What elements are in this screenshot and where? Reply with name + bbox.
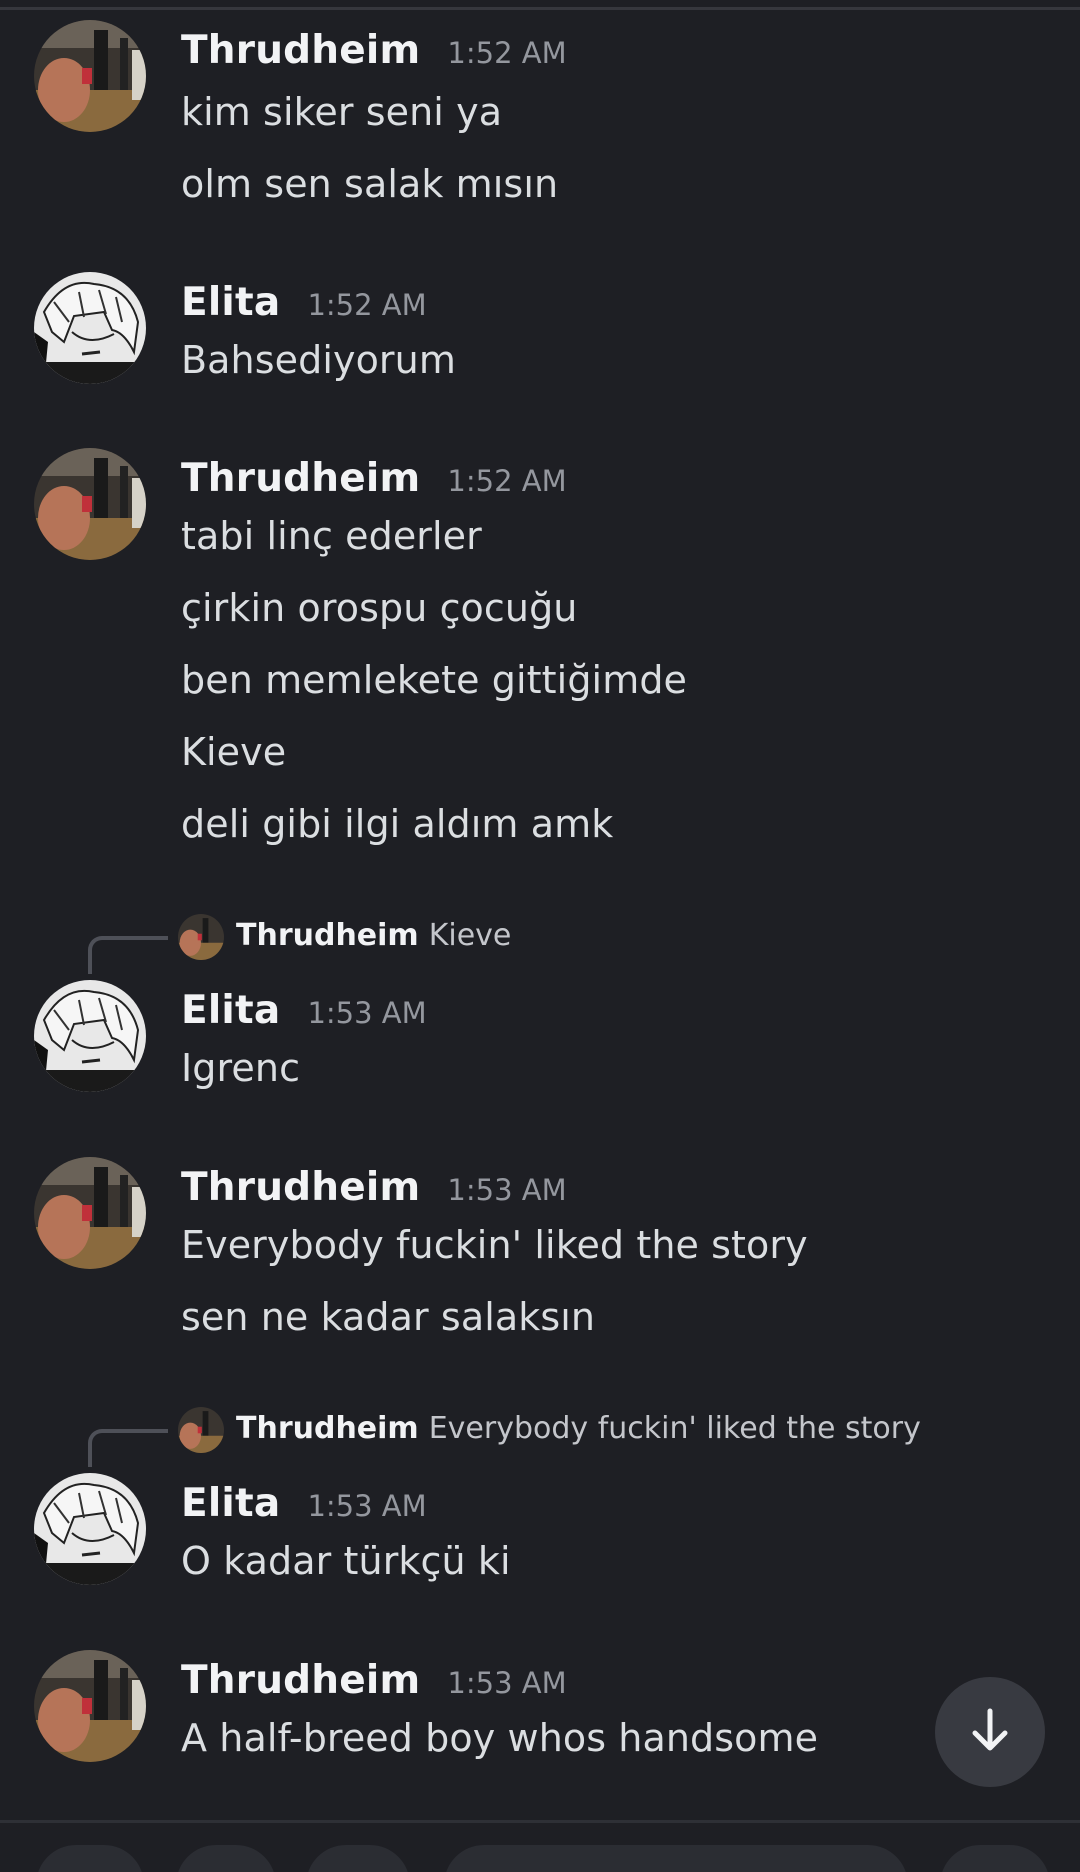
chat-screen: Thrudheim 1:52 AM kim siker seni ya olm … xyxy=(0,0,1080,1872)
reply-preview[interactable]: Thrudheim Everybody fuckin' liked the sto… xyxy=(0,1403,1080,1467)
timestamp: 1:52 AM xyxy=(307,288,427,322)
manga-portrait-avatar[interactable] xyxy=(34,1473,146,1585)
message-text[interactable]: Igrenc xyxy=(181,1046,300,1090)
gym-photo-avatar[interactable] xyxy=(34,1650,146,1762)
message-text[interactable]: tabi linç ederler xyxy=(181,514,482,558)
reply-snippet[interactable]: Everybody fuckin' liked the story xyxy=(429,1411,921,1446)
username[interactable]: Thrudheim xyxy=(181,1658,420,1703)
reply-avatar xyxy=(178,914,224,960)
timestamp: 1:52 AM xyxy=(447,464,567,498)
top-divider xyxy=(0,7,1080,10)
reply-snippet[interactable]: Kieve xyxy=(429,918,512,953)
gift-button[interactable] xyxy=(306,1845,410,1872)
message-text[interactable]: O kadar türkçü ki xyxy=(181,1539,511,1583)
gym-photo-avatar[interactable] xyxy=(34,20,146,132)
plus-button[interactable] xyxy=(36,1845,144,1872)
apps-button[interactable] xyxy=(176,1845,276,1872)
gym-photo-avatar[interactable] xyxy=(34,1157,146,1269)
timestamp: 1:53 AM xyxy=(447,1173,567,1207)
message-text[interactable]: kim siker seni ya xyxy=(181,90,502,134)
username[interactable]: Elita xyxy=(181,988,280,1033)
reply-connector xyxy=(88,936,168,974)
manga-portrait-avatar[interactable] xyxy=(34,272,146,384)
jump-to-bottom-button[interactable] xyxy=(935,1677,1045,1787)
reply-username[interactable]: Thrudheim xyxy=(236,918,419,953)
arrow-down-icon xyxy=(963,1703,1017,1761)
reply-avatar xyxy=(178,1407,224,1453)
message-text[interactable]: çirkin orospu çocuğu xyxy=(181,586,578,630)
gym-photo-avatar[interactable] xyxy=(34,448,146,560)
message-text[interactable]: ben memlekete gittiğimde xyxy=(181,658,687,702)
username[interactable]: Thrudheim xyxy=(181,28,420,73)
username[interactable]: Elita xyxy=(181,280,280,325)
voice-button[interactable] xyxy=(940,1845,1050,1872)
message-text[interactable]: Bahsediyorum xyxy=(181,338,456,382)
message-text[interactable]: Everybody fuckin' liked the story xyxy=(181,1223,808,1267)
message-text[interactable]: Kieve xyxy=(181,730,286,774)
timestamp: 1:53 AM xyxy=(447,1666,567,1700)
manga-portrait-avatar[interactable] xyxy=(34,980,146,1092)
timestamp: 1:53 AM xyxy=(307,996,427,1030)
timestamp: 1:52 AM xyxy=(447,36,567,70)
username[interactable]: Thrudheim xyxy=(181,1165,420,1210)
reply-preview[interactable]: Thrudheim Kieve xyxy=(0,910,1080,974)
message-text[interactable]: deli gibi ilgi aldım amk xyxy=(181,802,613,846)
message-text[interactable]: olm sen salak mısın xyxy=(181,162,558,206)
message-text[interactable]: A half-breed boy whos handsome xyxy=(181,1716,818,1760)
message-input[interactable] xyxy=(444,1845,908,1872)
composer-divider xyxy=(0,1820,1080,1823)
message-text[interactable]: sen ne kadar salaksın xyxy=(181,1295,595,1339)
reply-connector xyxy=(88,1429,168,1467)
reply-username[interactable]: Thrudheim xyxy=(236,1411,419,1446)
username[interactable]: Thrudheim xyxy=(181,456,420,501)
username[interactable]: Elita xyxy=(181,1481,280,1526)
timestamp: 1:53 AM xyxy=(307,1489,427,1523)
